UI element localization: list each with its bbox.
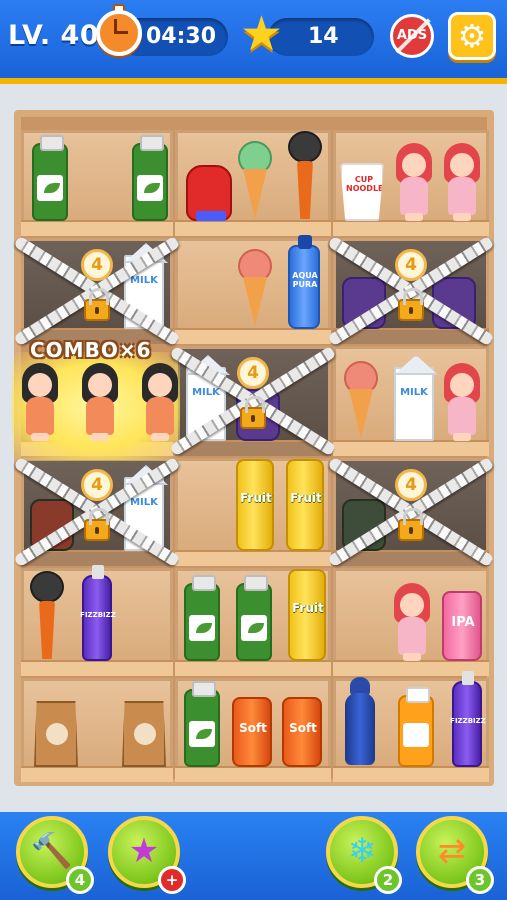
locked-shelf-cell[interactable]: 4 [327,456,495,568]
lock-counter: 4 [81,249,113,281]
green-juice-bottle[interactable] [184,575,220,661]
top-hud: LV. 40 04:30 14 ★ ADS ⚙ [0,0,507,84]
gear-icon: ⚙ [457,17,487,55]
padlock-icon [398,288,424,321]
fruit-can[interactable]: Fruit [286,459,324,551]
locked-shelf-cell[interactable]: MILK 4 [13,235,181,347]
shelf-cell[interactable] [21,678,173,782]
level-label: LV. 40 [8,20,100,51]
coffee-bag[interactable] [122,701,166,767]
timer-text: 04:30 [146,24,217,49]
locked-shelf-cell[interactable]: MILK 4 [169,345,337,457]
shelf-cell[interactable]: IPA [333,568,489,676]
green-juice-bottle[interactable] [132,135,168,221]
milk-carton: MILK [124,255,164,329]
remove-ads-button[interactable]: ADS [390,14,434,58]
milk-carton[interactable]: MILK [394,367,434,441]
lock-counter: 4 [81,469,113,501]
shelf-cell[interactable]: CUP NOODLE [333,130,489,236]
jar [342,499,386,551]
shelf-cell[interactable]: FIZZBIZZ [333,671,489,782]
red-hair-doll[interactable] [394,143,434,221]
water-bottle[interactable]: AQUA PURA [288,235,320,329]
jar [342,277,386,329]
black-hair-doll[interactable] [20,363,60,441]
shelf-cell[interactable] [175,130,331,236]
black-hair-doll[interactable] [80,363,120,441]
hammer-count-badge: 4 [66,866,94,894]
cup-noodle[interactable]: CUP NOODLE [340,163,384,221]
boxing-glove[interactable] [186,165,232,221]
mint-ice-cream-cone[interactable] [238,141,272,221]
strawberry-ice-cream-cone[interactable] [344,361,378,441]
fizzbizz-bottle[interactable]: FIZZBIZZ [80,565,116,661]
green-juice-bottle[interactable] [236,575,272,661]
shelf-cell[interactable]: Fruit Fruit [175,458,331,566]
padlock-icon [398,508,424,541]
black-hair-doll[interactable] [140,363,180,441]
star-count: 14 [308,24,339,49]
lock-counter: 4 [395,249,427,281]
red-hair-doll[interactable] [392,583,432,661]
star-icon: ★ [240,6,284,62]
ads-label: ADS [396,28,428,43]
strawberry-ice-cream-cone[interactable] [238,249,272,329]
pepper-grinder[interactable] [342,677,378,767]
green-juice-bottle[interactable] [184,681,220,767]
milk-carton: MILK [124,477,164,551]
red-hair-doll[interactable] [442,143,482,221]
lock-counter: 4 [237,357,269,389]
locked-shelf-cell[interactable]: 4 [327,235,495,347]
milk-carton: MILK [186,367,226,441]
shelf-cell[interactable]: Fruit [175,568,331,676]
red-hair-doll[interactable] [442,363,482,441]
shelf-cell[interactable] [21,130,173,236]
soft-soda-can[interactable]: Soft [232,697,272,767]
jar [30,499,74,551]
lock-counter: 4 [395,469,427,501]
microphone[interactable] [288,131,322,221]
fizzbizz-bottle[interactable]: FIZZBIZZ [450,671,486,767]
shelf-cell-highlighted[interactable] [20,346,178,456]
coffee-bag[interactable] [34,701,78,767]
shuffle-count-badge: 3 [466,866,494,894]
padlock-icon [84,508,110,541]
microphone[interactable] [30,571,64,661]
freeze-count-badge: 2 [374,866,402,894]
fruit-can[interactable]: Fruit [236,459,274,551]
shelf-cell[interactable]: MILK [333,346,489,456]
soft-soda-can[interactable]: Soft [282,697,322,767]
green-juice-bottle[interactable] [32,135,68,221]
locked-shelf-cell[interactable]: MILK 4 [13,456,181,568]
add-magic-badge[interactable]: + [158,866,186,894]
jar [432,277,476,329]
ipa-can[interactable]: IPA [442,591,482,661]
star-counter: 14 [268,18,374,56]
stopwatch-icon [96,10,142,56]
fruit-can[interactable]: Fruit [288,569,326,661]
combo-text: COMBO×6 [30,338,152,362]
shelf-cell[interactable]: Soft Soft [175,678,331,782]
shelf-cell[interactable]: AQUA PURA [175,235,331,344]
settings-button[interactable]: ⚙ [448,12,496,60]
shelf-cell[interactable]: FIZZBIZZ [21,565,173,676]
padlock-icon [240,396,266,429]
padlock-icon [84,288,110,321]
orange-juice-bottle[interactable] [398,687,434,767]
